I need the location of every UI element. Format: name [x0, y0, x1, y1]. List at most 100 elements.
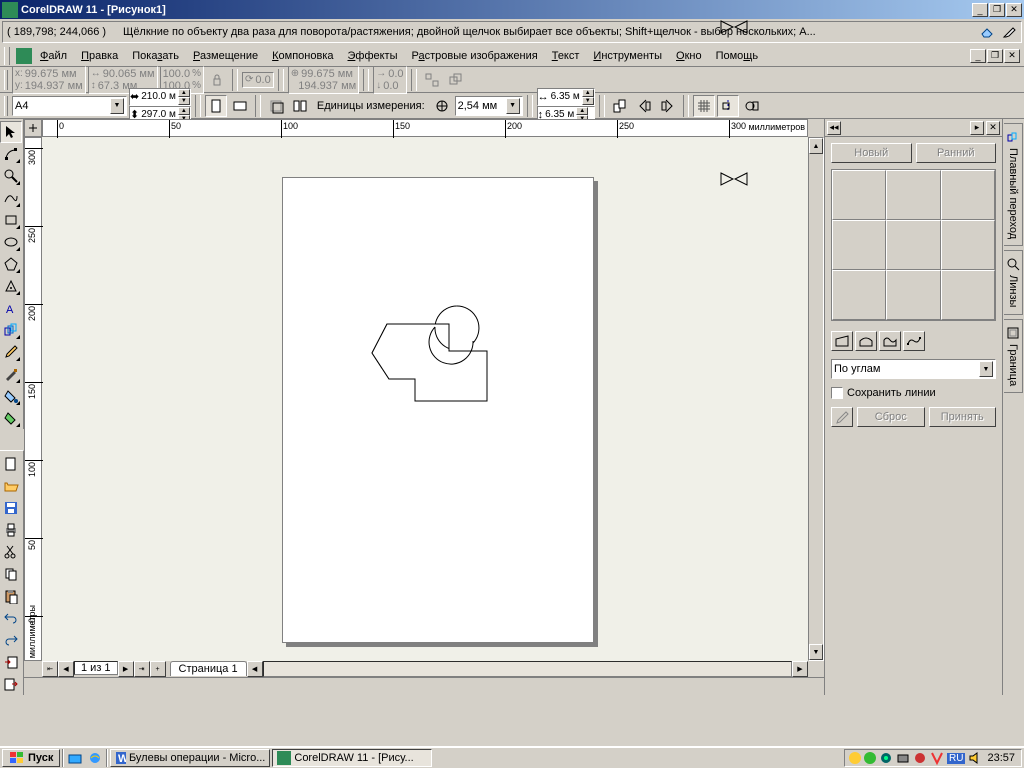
menu-arrange[interactable]: Компоновка: [266, 48, 339, 64]
interactive-fill-tool[interactable]: [0, 407, 22, 429]
page-size-dropdown[interactable]: A4▼: [12, 96, 127, 116]
offset-left-button[interactable]: [633, 95, 655, 117]
save-button[interactable]: [0, 497, 22, 519]
page-prev-button[interactable]: ◀: [58, 661, 74, 677]
menu-text[interactable]: Текст: [546, 48, 586, 64]
ruler-horizontal[interactable]: миллиметров 050100150200250300: [42, 119, 808, 137]
portrait-button[interactable]: [205, 95, 227, 117]
import-button[interactable]: [0, 651, 22, 673]
taskbar-task-corel[interactable]: CorelDRAW 11 - [Рису...: [272, 749, 432, 767]
reset-button[interactable]: Сброс: [857, 407, 925, 427]
tray-icon[interactable]: [896, 751, 910, 765]
offset-right-button[interactable]: [657, 95, 679, 117]
open-button[interactable]: [0, 475, 22, 497]
chevron-down-icon[interactable]: ▼: [506, 98, 520, 114]
menu-tools[interactable]: Инструменты: [587, 48, 668, 64]
apply-button[interactable]: Принять: [929, 407, 997, 427]
tray-icon[interactable]: [849, 752, 861, 764]
quick-launch-ie[interactable]: [86, 749, 104, 767]
tray-icon[interactable]: [913, 751, 927, 765]
blend-tool[interactable]: [0, 319, 22, 341]
rectangle-tool[interactable]: [0, 209, 22, 231]
close-button[interactable]: ✕: [1006, 3, 1022, 17]
restore-button[interactable]: ❐: [989, 3, 1005, 17]
fill-tool[interactable]: [0, 385, 22, 407]
scroll-left-button[interactable]: ◀: [247, 661, 263, 677]
drawn-shape[interactable]: [367, 301, 507, 411]
menu-bitmaps[interactable]: Растровые изображения: [406, 48, 544, 64]
envelope-wave-button[interactable]: [879, 331, 901, 351]
tray-icon[interactable]: [930, 751, 944, 765]
page-layout-button[interactable]: [289, 95, 311, 117]
ruler-vertical[interactable]: миллиметры 300250200150100500: [24, 137, 42, 661]
keep-lines-checkbox[interactable]: Сохранить линии: [831, 387, 996, 399]
dup-distance-button[interactable]: [609, 95, 631, 117]
horizontal-scrollbar[interactable]: ⇤ ◀ 1 из 1 ▶ ⇥ + Страница 1 ◀ ▶: [42, 661, 808, 677]
envelope-free-button[interactable]: [903, 331, 925, 351]
taskbar-task-word[interactable]: W Булевы операции - Micro...: [110, 749, 270, 767]
page-next-button[interactable]: ▶: [118, 661, 134, 677]
toolbar-handle[interactable]: [4, 96, 8, 116]
start-button[interactable]: Пуск: [2, 749, 60, 767]
copy-button[interactable]: [0, 563, 22, 585]
volume-icon[interactable]: [968, 751, 982, 765]
landscape-button[interactable]: [229, 95, 251, 117]
menu-window[interactable]: Окно: [670, 48, 708, 64]
nudge-x-spinner[interactable]: ↔ 6.35 м▲▼: [537, 88, 595, 106]
doc-icon[interactable]: [16, 48, 32, 64]
paste-button[interactable]: [0, 585, 22, 607]
print-button[interactable]: [0, 519, 22, 541]
mapping-mode-dropdown[interactable]: По углам▼: [831, 359, 996, 379]
shape-tool[interactable]: [0, 143, 22, 165]
page-first-button[interactable]: ⇤: [42, 661, 58, 677]
ellipse-tool[interactable]: [0, 231, 22, 253]
pick-tool[interactable]: [0, 121, 22, 143]
page-frame-button[interactable]: [265, 95, 287, 117]
eyedropper-tool[interactable]: [0, 341, 22, 363]
polygon-tool[interactable]: [0, 253, 22, 275]
units-dropdown[interactable]: 2,54 мм▼: [455, 96, 523, 116]
freehand-tool[interactable]: [0, 187, 22, 209]
bowtie-icon[interactable]: [720, 20, 1020, 170]
eyedropper-button[interactable]: [831, 407, 853, 427]
envelope-line-button[interactable]: [831, 331, 853, 351]
snap-grid-button[interactable]: [693, 95, 715, 117]
ruler-origin[interactable]: [24, 119, 42, 137]
text-tool[interactable]: A: [0, 297, 22, 319]
scroll-down-button[interactable]: ▼: [809, 644, 823, 660]
new-button[interactable]: [0, 453, 22, 475]
menu-view[interactable]: Показать: [126, 48, 185, 64]
scroll-right-button[interactable]: ▶: [792, 661, 808, 677]
clock[interactable]: 23:57: [985, 752, 1017, 764]
zoom-tool[interactable]: [0, 165, 22, 187]
docker-tab-border[interactable]: Граница: [1004, 319, 1023, 393]
page-last-button[interactable]: ⇥: [134, 661, 150, 677]
lock-ratio-button[interactable]: [206, 69, 228, 91]
menu-edit[interactable]: Правка: [75, 48, 124, 64]
group-button[interactable]: [445, 69, 467, 91]
toolbar-handle[interactable]: [4, 47, 10, 65]
tray-icon[interactable]: [879, 751, 893, 765]
redo-button[interactable]: [0, 629, 22, 651]
menu-effects[interactable]: Эффекты: [342, 48, 404, 64]
export-button[interactable]: [0, 673, 22, 695]
quick-launch-desktop[interactable]: [66, 749, 84, 767]
page-width-spinner[interactable]: ⬌ 210.0 м▲▼: [129, 88, 191, 106]
page-tab[interactable]: Страница 1: [170, 661, 247, 676]
bowtie-icon[interactable]: [720, 172, 1020, 322]
page-add-button[interactable]: +: [150, 661, 166, 677]
chevron-down-icon[interactable]: ▼: [979, 361, 993, 377]
minimize-button[interactable]: _: [972, 3, 988, 17]
canvas[interactable]: [42, 137, 808, 661]
cut-button[interactable]: [0, 541, 22, 563]
outline-tool[interactable]: [0, 363, 22, 385]
menu-layout[interactable]: Размещение: [187, 48, 264, 64]
basic-shapes-tool[interactable]: [0, 275, 22, 297]
envelope-arc-button[interactable]: [855, 331, 877, 351]
language-indicator[interactable]: RU: [947, 753, 965, 764]
snap-button[interactable]: [421, 69, 443, 91]
undo-button[interactable]: [0, 607, 22, 629]
menu-file[interactable]: ФФайлайл: [34, 48, 73, 64]
chevron-down-icon[interactable]: ▼: [110, 98, 124, 114]
tray-icon[interactable]: [864, 752, 876, 764]
